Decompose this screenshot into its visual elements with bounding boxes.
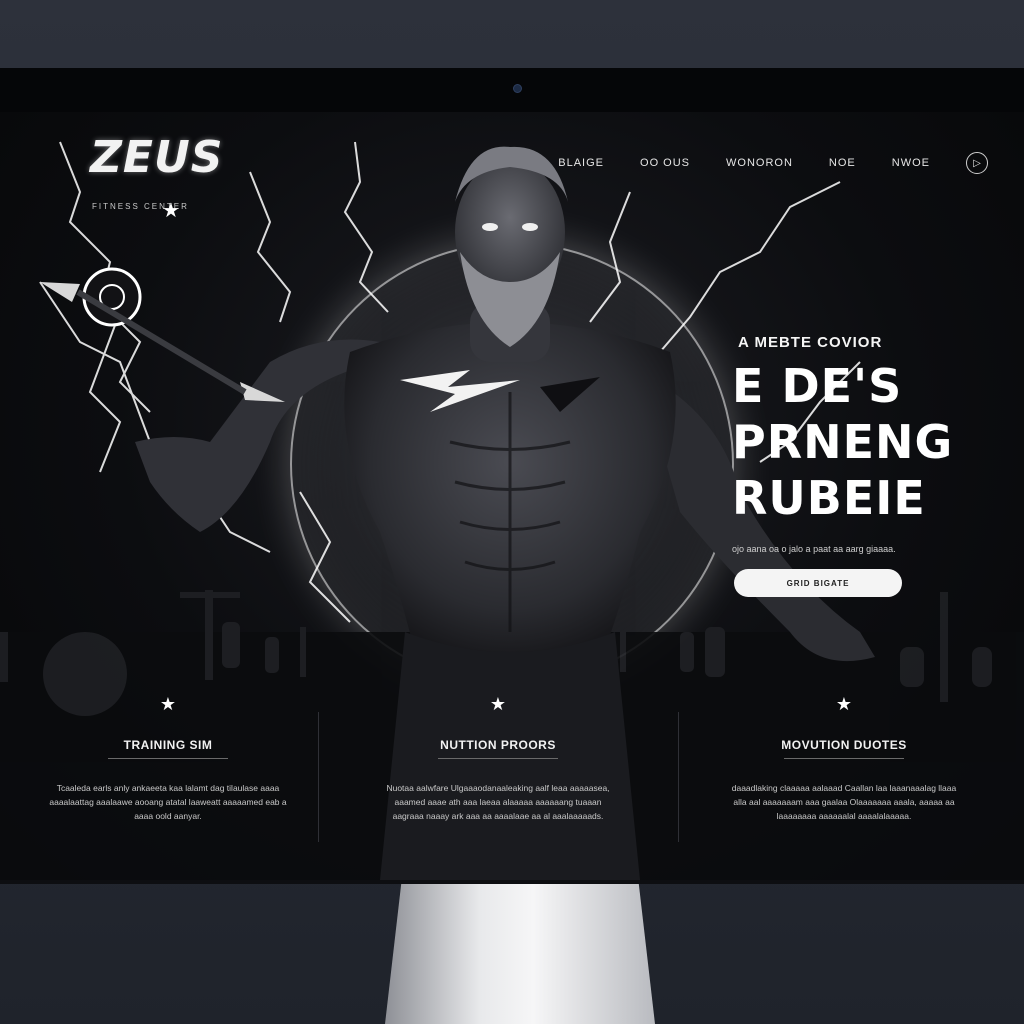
hero-description: ojo aana oa o jalo a paat aa aarg giaaaa… <box>732 544 896 554</box>
feature-description: daaadlaking claaaaa aalaaad Caallan laa … <box>731 783 957 821</box>
nav-item-4[interactable]: NOE <box>829 157 856 169</box>
hero-headline: E DE'S PRNENG RUBEIE <box>732 358 1012 526</box>
headline-line-3: RUBEIE <box>732 471 926 525</box>
website-screen: ZEUS FITNESS CENTER ★ BLAIGE OO OUS WONO… <box>0 112 1024 880</box>
main-nav: BLAIGE OO OUS WONORON NOE NWOE ▷ <box>558 152 988 174</box>
column-divider <box>678 712 679 842</box>
monitor-bottom-bezel <box>0 880 1024 884</box>
feature-training[interactable]: ★ TRAINING SIM Tcaaleda earls anly ankae… <box>18 694 318 823</box>
feature-title: TRAINING SIM <box>123 738 213 752</box>
cta-button[interactable]: GRID BIGATE <box>734 569 902 597</box>
headline-line-2: PRNENG <box>732 415 954 469</box>
feature-divider <box>784 758 904 759</box>
nav-item-5[interactable]: NWOE <box>892 157 930 169</box>
star-icon: ★ <box>489 694 507 714</box>
star-icon: ★ <box>159 694 177 714</box>
star-icon: ★ <box>162 200 180 222</box>
feature-divider <box>108 758 228 759</box>
feature-description: Tcaaleda earls anly ankaeeta kaa lalamt … <box>49 783 287 821</box>
star-icon: ★ <box>835 694 853 714</box>
nav-item-1[interactable]: BLAIGE <box>558 157 604 169</box>
nav-item-2[interactable]: OO OUS <box>640 157 690 169</box>
hero-eyebrow: A MEBTE COVIOR <box>738 334 883 351</box>
feature-title: NUTTION PROORS <box>440 738 556 752</box>
webcam-icon <box>513 84 522 93</box>
feature-motivation[interactable]: ★ MOVUTION DUOTES daaadlaking claaaaa aa… <box>694 694 994 823</box>
column-divider <box>318 712 319 842</box>
nav-item-3[interactable]: WONORON <box>726 157 793 169</box>
feature-description: Nuotaa aalwfare Ulgaaaodanaaleaking aalf… <box>386 783 610 821</box>
headline-line-1: E DE'S <box>732 359 903 413</box>
play-circle-icon[interactable]: ▷ <box>966 152 988 174</box>
monitor-stand <box>385 884 655 1024</box>
feature-divider <box>438 758 558 759</box>
feature-nutrition[interactable]: ★ NUTTION PROORS Nuotaa aalwfare Ulgaaao… <box>348 694 648 823</box>
brand-name: ZEUS <box>90 132 224 183</box>
feature-title: MOVUTION DUOTES <box>781 738 907 752</box>
brand-logo[interactable]: ZEUS FITNESS CENTER ★ <box>90 132 270 222</box>
